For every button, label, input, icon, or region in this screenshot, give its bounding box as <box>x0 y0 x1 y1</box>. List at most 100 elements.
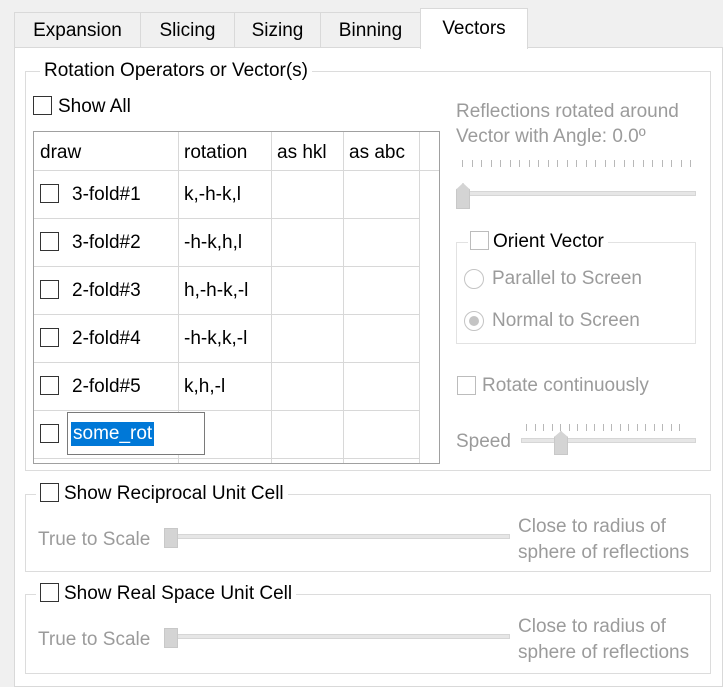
slider-tick <box>462 160 463 167</box>
slider-tick <box>509 160 511 167</box>
slider-tick <box>551 424 553 431</box>
slider-tick <box>633 160 634 167</box>
tab-sizing[interactable]: Sizing <box>234 12 321 48</box>
slider-tick <box>481 160 482 167</box>
row-divider <box>34 362 419 363</box>
slider-tick <box>471 160 473 167</box>
slider-tick <box>623 160 625 167</box>
rotate-continuously-label: Rotate continuously <box>482 375 649 396</box>
tab-label: Vectors <box>442 18 506 39</box>
row-rotation[interactable]: k,-h-k,l <box>184 184 241 206</box>
slider-tick <box>670 424 672 431</box>
row-name[interactable]: 2-fold#4 <box>72 328 141 350</box>
reciprocal-title-wrap: Show Reciprocal Unit Cell <box>36 483 288 505</box>
tab-expansion[interactable]: Expansion <box>14 12 141 48</box>
show-real-space-cell-checkbox[interactable] <box>40 583 59 603</box>
slider-tick <box>679 424 680 431</box>
column-header-draw[interactable]: draw <box>40 142 81 164</box>
tab-bar: Expansion Slicing Sizing Binning Vectors <box>0 0 723 49</box>
slider-tick <box>585 424 587 431</box>
orient-vector-checkbox[interactable] <box>470 231 489 251</box>
slider-tick <box>628 424 629 431</box>
slider-tick <box>604 160 606 167</box>
slider-tick <box>595 160 596 167</box>
slider-tick <box>519 160 520 167</box>
show-all-label: Show All <box>58 96 131 117</box>
row-name[interactable]: 3-fold#1 <box>72 184 141 206</box>
tab-label: Expansion <box>33 19 122 41</box>
tab-label: Slicing <box>159 19 216 41</box>
normal-to-screen-label: Normal to Screen <box>492 310 640 331</box>
rotation-group-title: Rotation Operators or Vector(s) <box>40 60 312 82</box>
row-rotation[interactable]: -h-k,h,l <box>184 232 242 254</box>
row-rotation[interactable]: h,-h-k,-l <box>184 280 248 302</box>
slider-tick <box>602 424 604 431</box>
show-real-space-cell-label: Show Real Space Unit Cell <box>64 583 293 604</box>
column-header-rotation[interactable]: rotation <box>184 142 247 164</box>
angle-slider-ticks <box>462 160 691 170</box>
real-space-title-wrap: Show Real Space Unit Cell <box>36 583 297 605</box>
slider-tick <box>577 424 578 431</box>
orient-vector-label: Orient Vector <box>493 231 604 252</box>
row-name[interactable]: 2-fold#5 <box>72 376 141 398</box>
row-draw-checkbox[interactable] <box>40 376 59 395</box>
slider-tick <box>490 160 492 167</box>
row-divider <box>34 266 419 267</box>
show-reciprocal-cell-checkbox[interactable] <box>40 483 59 503</box>
column-header-as-hkl[interactable]: as hkl <box>277 142 327 164</box>
slider-tick <box>526 424 527 431</box>
parallel-to-screen-radio[interactable] <box>464 269 484 289</box>
slider-tick <box>538 160 539 167</box>
angle-slider-track[interactable] <box>458 191 696 196</box>
rotation-name-editor[interactable]: some_rot <box>67 412 205 455</box>
slider-tick <box>690 160 691 167</box>
row-draw-checkbox[interactable] <box>40 328 59 347</box>
slider-tick <box>661 160 663 167</box>
slider-tick <box>614 160 615 167</box>
slider-tick <box>528 160 530 167</box>
slider-tick <box>652 160 653 167</box>
real-space-scale-slider-thumb[interactable] <box>164 628 178 648</box>
slider-tick <box>611 424 612 431</box>
tab-label: Binning <box>338 19 403 41</box>
row-draw-checkbox[interactable] <box>40 184 59 203</box>
reflections-angle-label: Vector with Angle: 0.0º <box>456 126 646 147</box>
speed-slider-ticks <box>526 424 690 434</box>
rotate-continuously-checkbox[interactable] <box>457 376 476 395</box>
slider-tick <box>594 424 595 431</box>
reciprocal-scale-slider-track[interactable] <box>166 534 510 539</box>
slider-tick <box>680 160 682 167</box>
real-space-scale-slider-track[interactable] <box>166 634 510 639</box>
reciprocal-close-label-line1: Close to radius of <box>518 516 666 537</box>
real-space-true-to-scale-label: True to Scale <box>38 629 151 650</box>
row-divider <box>34 410 419 411</box>
new-row-draw-checkbox[interactable] <box>40 424 59 443</box>
speed-label: Speed <box>456 431 511 452</box>
row-draw-checkbox[interactable] <box>40 232 59 251</box>
real-space-close-label-line1: Close to radius of <box>518 616 666 637</box>
row-draw-checkbox[interactable] <box>40 280 59 299</box>
slider-tick <box>557 160 558 167</box>
slider-tick <box>653 424 655 431</box>
column-header-as-abc[interactable]: as abc <box>349 142 405 164</box>
row-divider <box>34 218 419 219</box>
row-name[interactable]: 2-fold#3 <box>72 280 141 302</box>
speed-slider-track[interactable] <box>521 438 696 443</box>
slider-tick <box>662 424 663 431</box>
reciprocal-scale-slider-thumb[interactable] <box>164 528 178 548</box>
slider-tick <box>636 424 638 431</box>
row-name[interactable]: 3-fold#2 <box>72 232 141 254</box>
slider-tick <box>500 160 501 167</box>
column-divider <box>271 132 272 463</box>
slider-tick <box>645 424 646 431</box>
radio-selected-dot <box>469 316 479 326</box>
row-rotation[interactable]: -h-k,k,-l <box>184 328 247 350</box>
tab-slicing[interactable]: Slicing <box>140 12 235 48</box>
selected-text: some_rot <box>71 422 155 446</box>
normal-to-screen-radio[interactable] <box>464 311 484 331</box>
tab-binning[interactable]: Binning <box>320 12 421 48</box>
reciprocal-close-label-line2: sphere of reflections <box>518 542 690 563</box>
show-all-checkbox[interactable] <box>33 96 52 115</box>
row-rotation[interactable]: k,h,-l <box>184 376 225 398</box>
tab-vectors[interactable]: Vectors <box>420 8 528 49</box>
